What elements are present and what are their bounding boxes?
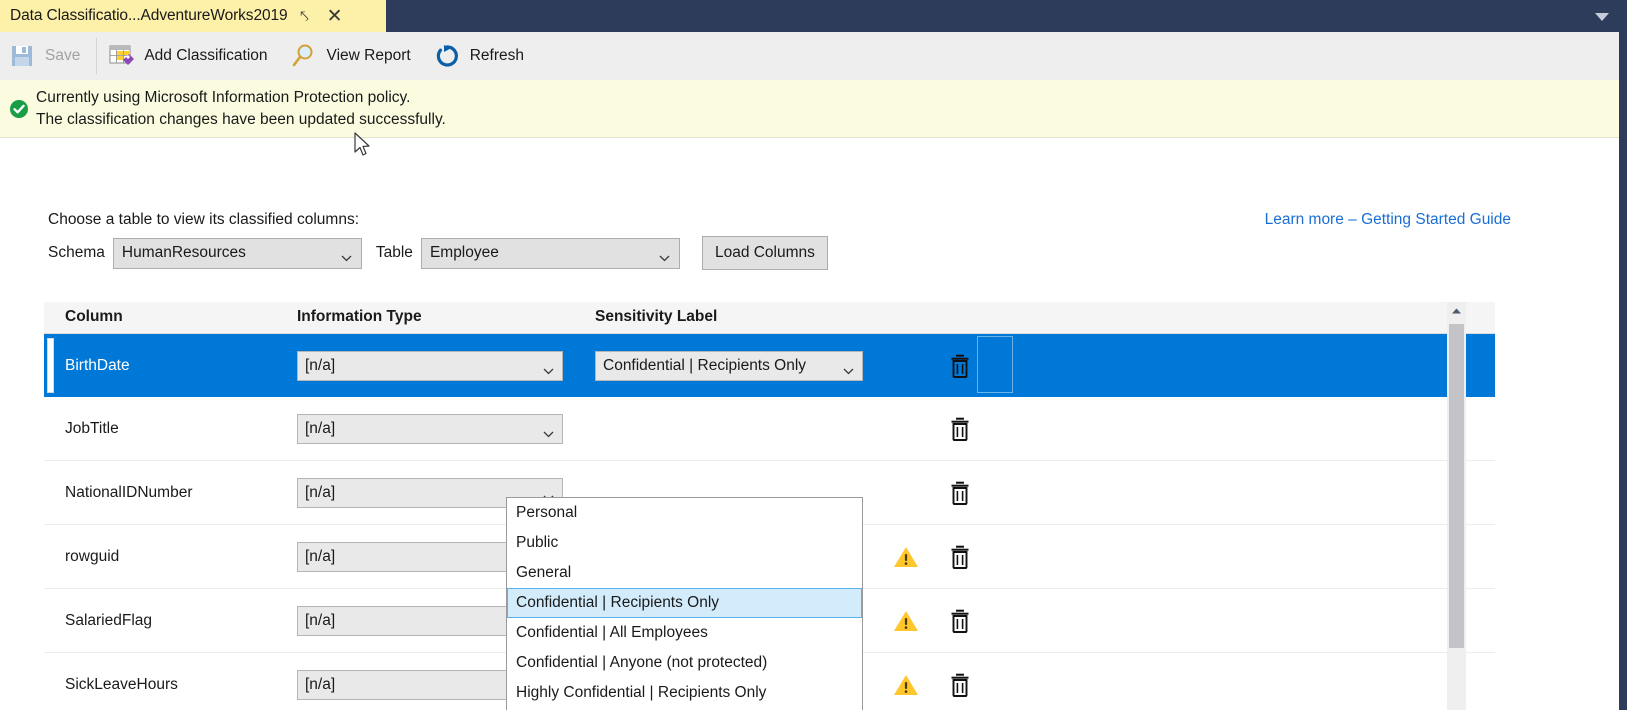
warning-triangle-icon [893,673,919,697]
dropdown-option-selected[interactable]: Confidential | Recipients Only [507,588,862,618]
info-bar-text: Currently using Microsoft Information Pr… [36,87,446,131]
information-type-select[interactable]: [n/a] [297,414,563,444]
information-type-value: [n/a] [305,484,335,502]
chevron-down-icon [843,362,854,370]
learn-more-link[interactable]: Learn more – Getting Started Guide [1265,211,1511,229]
grid-header-sensitivity-label: Sensitivity Label [595,308,717,326]
row-selection-indicator [47,338,54,393]
refresh-label: Refresh [470,47,524,65]
dropdown-option[interactable]: General [507,558,862,588]
information-type-value: [n/a] [305,420,335,438]
chevron-down-icon [543,362,554,370]
grid-header-information-type: Information Type [297,308,422,326]
delete-row-trash-icon[interactable] [949,672,971,697]
pin-tab-icon[interactable]: ⤣ [292,3,318,29]
document-tab[interactable]: Data Classificatio...AdventureWorks2019 … [0,0,386,32]
information-type-value: [n/a] [305,612,335,630]
add-classification-button[interactable]: Add Classification [99,32,281,80]
table-picker-row: Schema HumanResources Table Employee Loa… [48,236,828,270]
view-report-label: View Report [327,47,411,65]
chevron-down-icon [659,249,670,257]
close-tab-icon[interactable]: ✕ [322,3,348,29]
scrollbar-thumb[interactable] [1449,324,1464,648]
dropdown-option[interactable]: Highly Confidential | Recipients Only [507,678,862,708]
view-report-button[interactable]: View Report [282,32,425,80]
toolbar-separator [96,38,97,74]
title-bar: Data Classificatio...AdventureWorks2019 … [0,0,1627,32]
delete-row-trash-icon[interactable] [949,416,971,441]
choose-table-label: Choose a table to view its classified co… [48,211,359,229]
table-row[interactable]: BirthDate [n/a] Confidential | Recipient… [44,334,1495,397]
grid-header-row: Column Information Type Sensitivity Labe… [44,302,1495,334]
information-type-value: [n/a] [305,548,335,566]
schema-label: Schema [48,244,105,262]
save-label: Save [45,47,80,65]
grid-vertical-scrollbar[interactable] [1447,302,1466,710]
save-disk-icon [8,42,36,70]
row-column-name: NationalIDNumber [65,484,193,502]
document-tab-title: Data Classificatio...AdventureWorks2019 [10,7,288,25]
warning-triangle-icon [893,545,919,569]
row-focus-cell[interactable] [977,336,1013,393]
window-chevron-down-icon[interactable] [1593,9,1611,23]
chevron-down-icon [543,489,554,497]
row-column-name: SickLeaveHours [65,676,178,694]
dropdown-option[interactable]: Personal [507,498,862,528]
sensitivity-label-dropdown-list[interactable]: Personal Public General Confidential | R… [506,497,863,710]
dropdown-option[interactable]: Confidential | All Employees [507,618,862,648]
delete-row-trash-icon[interactable] [949,480,971,505]
delete-row-trash-icon[interactable] [949,353,971,378]
chevron-down-icon [341,249,352,257]
info-line-2: The classification changes have been upd… [36,109,446,131]
schema-select-value: HumanResources [122,244,246,262]
save-button[interactable]: Save [0,32,94,80]
dropdown-option[interactable]: Public [507,528,862,558]
information-type-value: [n/a] [305,357,335,375]
information-type-select[interactable]: [n/a] [297,351,563,381]
scroll-up-arrow-icon[interactable] [1447,302,1466,320]
table-row[interactable]: JobTitle [n/a] [44,397,1495,461]
sensitivity-label-value: Confidential | Recipients Only [603,357,806,375]
application-window: Data Classificatio...AdventureWorks2019 … [0,0,1627,710]
row-column-name: SalariedFlag [65,612,152,630]
table-select[interactable]: Employee [421,238,680,269]
client-area: Save [0,32,1619,710]
success-check-icon [6,96,32,122]
information-type-value: [n/a] [305,676,335,694]
table-select-value: Employee [430,244,499,262]
add-classification-tag-icon [107,42,135,70]
row-column-name: rowguid [65,548,119,566]
info-line-1: Currently using Microsoft Information Pr… [36,87,446,109]
row-column-name: BirthDate [65,357,130,375]
row-column-name: JobTitle [65,420,119,438]
load-columns-button[interactable]: Load Columns [702,236,828,270]
refresh-button[interactable]: Refresh [425,32,538,80]
dropdown-option[interactable]: Confidential | Anyone (not protected) [507,648,862,678]
grid-header-column: Column [65,308,123,326]
table-label: Table [376,244,413,262]
add-classification-label: Add Classification [144,47,267,65]
body-area: Choose a table to view its classified co… [0,139,1619,710]
warning-triangle-icon [893,609,919,633]
toolbar: Save [0,32,1619,81]
sensitivity-label-select[interactable]: Confidential | Recipients Only [595,351,863,381]
delete-row-trash-icon[interactable] [949,544,971,569]
schema-select[interactable]: HumanResources [113,238,362,269]
delete-row-trash-icon[interactable] [949,608,971,633]
refresh-circular-arrow-icon [433,42,461,70]
magnifier-search-icon [290,42,318,70]
chevron-down-icon [543,425,554,433]
info-bar: Currently using Microsoft Information Pr… [0,80,1619,138]
